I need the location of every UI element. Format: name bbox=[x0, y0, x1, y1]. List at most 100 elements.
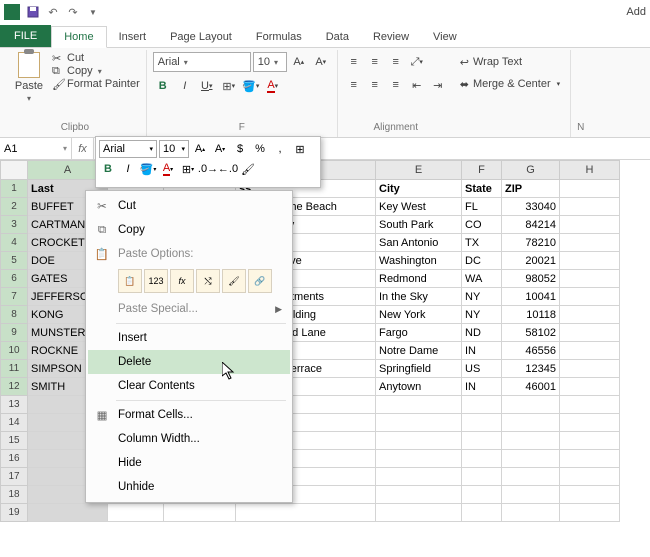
cell-H17[interactable] bbox=[560, 468, 620, 486]
cell-G18[interactable] bbox=[502, 486, 560, 504]
paste-option-1[interactable]: 📋 bbox=[118, 269, 142, 293]
cell-E15[interactable] bbox=[376, 432, 462, 450]
align-center-icon[interactable]: ≡ bbox=[365, 75, 385, 95]
cell-H15[interactable] bbox=[560, 432, 620, 450]
cell-H4[interactable] bbox=[560, 234, 620, 252]
mini-accounting-icon[interactable]: $ bbox=[231, 140, 249, 158]
col-header-H[interactable]: H bbox=[560, 160, 620, 180]
cell-E2[interactable]: Key West bbox=[376, 198, 462, 216]
align-middle-icon[interactable]: ≡ bbox=[365, 52, 385, 72]
tab-review[interactable]: Review bbox=[361, 27, 421, 47]
mini-bold-button[interactable]: B bbox=[99, 160, 117, 178]
row-header-4[interactable]: 4 bbox=[0, 234, 28, 252]
paste-button[interactable]: Paste ▾ bbox=[10, 52, 48, 103]
cell-H19[interactable] bbox=[560, 504, 620, 522]
cell-E9[interactable]: Fargo bbox=[376, 324, 462, 342]
cell-F19[interactable] bbox=[462, 504, 502, 522]
font-name-combo[interactable]: Arial▾ bbox=[153, 52, 251, 72]
align-top-icon[interactable]: ≡ bbox=[344, 52, 364, 72]
fill-color-button[interactable]: 🪣▾ bbox=[241, 76, 261, 96]
cell-F12[interactable]: IN bbox=[462, 378, 502, 396]
tab-home[interactable]: Home bbox=[51, 26, 106, 48]
cell-G19[interactable] bbox=[502, 504, 560, 522]
mini-comma-icon[interactable]: , bbox=[271, 140, 289, 158]
align-bottom-icon[interactable]: ≡ bbox=[386, 52, 406, 72]
row-header-3[interactable]: 3 bbox=[0, 216, 28, 234]
cell-H5[interactable] bbox=[560, 252, 620, 270]
borders-button[interactable]: ⊞▾ bbox=[219, 76, 239, 96]
paste-option-transpose[interactable]: ⤭ bbox=[196, 269, 220, 293]
cell-F11[interactable]: US bbox=[462, 360, 502, 378]
cell-E5[interactable]: Washington bbox=[376, 252, 462, 270]
paste-option-values[interactable]: 123 bbox=[144, 269, 168, 293]
cell-G5[interactable]: 20021 bbox=[502, 252, 560, 270]
cell-H8[interactable] bbox=[560, 306, 620, 324]
redo-icon[interactable]: ↷ bbox=[66, 5, 80, 19]
paste-dropdown-icon[interactable]: ▾ bbox=[27, 94, 31, 103]
row-header-6[interactable]: 6 bbox=[0, 270, 28, 288]
name-box[interactable]: A1▾ bbox=[0, 138, 72, 159]
cell-F17[interactable] bbox=[462, 468, 502, 486]
cell-F7[interactable]: NY bbox=[462, 288, 502, 306]
cell-G17[interactable] bbox=[502, 468, 560, 486]
mini-fill-color-icon[interactable]: 🪣▾ bbox=[139, 160, 157, 178]
cell-G8[interactable]: 10118 bbox=[502, 306, 560, 324]
cell-C19[interactable] bbox=[164, 504, 236, 522]
bold-button[interactable]: B bbox=[153, 76, 173, 96]
cell-E17[interactable] bbox=[376, 468, 462, 486]
paste-option-formulas[interactable]: fx bbox=[170, 269, 194, 293]
cell-F3[interactable]: CO bbox=[462, 216, 502, 234]
row-header-18[interactable]: 18 bbox=[0, 486, 28, 504]
cell-G14[interactable] bbox=[502, 414, 560, 432]
cut-button[interactable]: ✂Cut bbox=[52, 52, 140, 64]
chevron-down-icon[interactable]: ▾ bbox=[63, 144, 67, 153]
cell-E18[interactable] bbox=[376, 486, 462, 504]
cell-E7[interactable]: In the Sky bbox=[376, 288, 462, 306]
cm-format-cells[interactable]: ▦Format Cells... bbox=[88, 403, 290, 427]
italic-button[interactable]: I bbox=[175, 76, 195, 96]
cell-G13[interactable] bbox=[502, 396, 560, 414]
row-header-1[interactable]: 1 bbox=[0, 180, 28, 198]
cell-F10[interactable]: IN bbox=[462, 342, 502, 360]
cell-H2[interactable] bbox=[560, 198, 620, 216]
cell-H9[interactable] bbox=[560, 324, 620, 342]
cell-H3[interactable] bbox=[560, 216, 620, 234]
row-header-9[interactable]: 9 bbox=[0, 324, 28, 342]
align-left-icon[interactable]: ≡ bbox=[344, 75, 364, 95]
col-header-F[interactable]: F bbox=[462, 160, 502, 180]
undo-icon[interactable]: ↶ bbox=[46, 5, 60, 19]
orientation-icon[interactable]: ⤢▾ bbox=[407, 52, 427, 72]
mini-borders-icon[interactable]: ⊞ bbox=[291, 140, 309, 158]
cell-E8[interactable]: New York bbox=[376, 306, 462, 324]
row-header-10[interactable]: 10 bbox=[0, 342, 28, 360]
tab-formulas[interactable]: Formulas bbox=[244, 27, 314, 47]
cell-G10[interactable]: 46556 bbox=[502, 342, 560, 360]
cell-F15[interactable] bbox=[462, 432, 502, 450]
cell-E11[interactable]: Springfield bbox=[376, 360, 462, 378]
align-right-icon[interactable]: ≡ bbox=[386, 75, 406, 95]
wrap-text-button[interactable]: ↩Wrap Text bbox=[456, 52, 564, 72]
paste-option-link[interactable]: 🔗 bbox=[248, 269, 272, 293]
row-header-8[interactable]: 8 bbox=[0, 306, 28, 324]
row-header-17[interactable]: 17 bbox=[0, 468, 28, 486]
cell-E4[interactable]: San Antonio bbox=[376, 234, 462, 252]
cell-G16[interactable] bbox=[502, 450, 560, 468]
cell-F5[interactable]: DC bbox=[462, 252, 502, 270]
row-header-2[interactable]: 2 bbox=[0, 198, 28, 216]
mini-increase-decimal-icon[interactable]: .0→ bbox=[199, 160, 217, 178]
cm-paste-special[interactable]: Paste Special...▶ bbox=[88, 297, 290, 321]
row-header-11[interactable]: 11 bbox=[0, 360, 28, 378]
cell-F6[interactable]: WA bbox=[462, 270, 502, 288]
mini-font-combo[interactable]: Arial▾ bbox=[99, 140, 157, 158]
cell-E6[interactable]: Redmond bbox=[376, 270, 462, 288]
increase-font-icon[interactable]: A▴ bbox=[289, 52, 309, 72]
cell-F2[interactable]: FL bbox=[462, 198, 502, 216]
cm-insert[interactable]: Insert bbox=[88, 326, 290, 350]
cell-G4[interactable]: 78210 bbox=[502, 234, 560, 252]
cell-E3[interactable]: South Park bbox=[376, 216, 462, 234]
cm-clear-contents[interactable]: Clear Contents bbox=[88, 374, 290, 398]
underline-button[interactable]: U▾ bbox=[197, 76, 217, 96]
cell-G2[interactable]: 33040 bbox=[502, 198, 560, 216]
row-header-16[interactable]: 16 bbox=[0, 450, 28, 468]
mini-italic-button[interactable]: I bbox=[119, 160, 137, 178]
